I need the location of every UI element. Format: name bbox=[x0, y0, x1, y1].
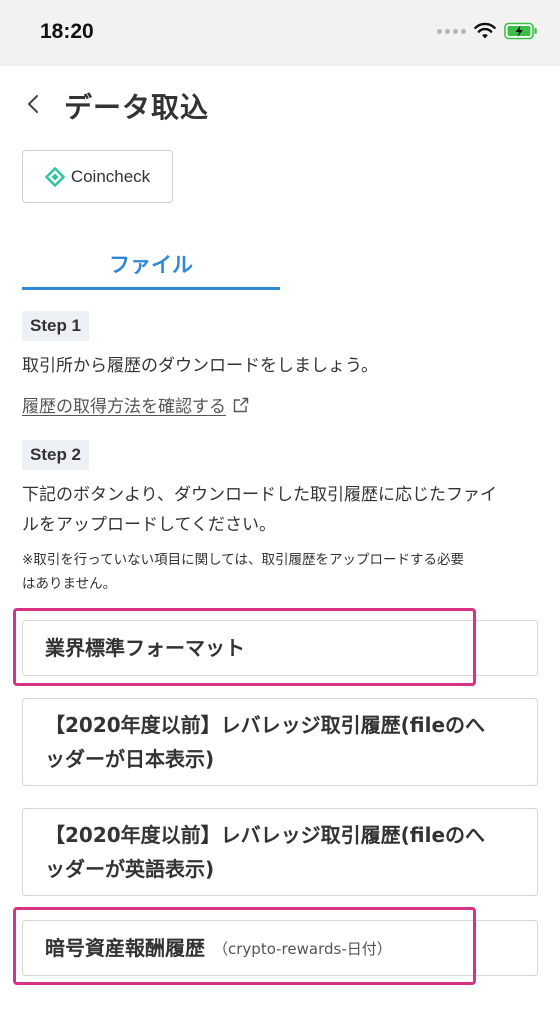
step2-text-line2: ルをアップロードしてください。 bbox=[22, 515, 276, 535]
tab-file-label: ファイル bbox=[109, 252, 193, 277]
coincheck-logo-icon bbox=[44, 166, 65, 187]
status-bar: 18:20 bbox=[0, 0, 560, 66]
upload-option-label: 業界標準フォーマット bbox=[45, 636, 245, 660]
step1-text: 取引所から履歴のダウンロードをしましょう。 bbox=[22, 356, 378, 376]
upload-option-label-line2: ッダーが英語表示) bbox=[45, 857, 215, 881]
upload-option-leverage-en[interactable]: 【2020年度以前】レバレッジ取引履歴(fileのへ ッダーが英語表示) bbox=[22, 808, 538, 896]
upload-option-leverage-jp[interactable]: 【2020年度以前】レバレッジ取引履歴(fileのへ ッダーが日本表示) bbox=[22, 698, 538, 786]
back-button[interactable] bbox=[18, 86, 48, 122]
chevron-left-icon bbox=[28, 95, 38, 113]
status-icons bbox=[437, 22, 538, 40]
status-time: 18:20 bbox=[40, 20, 94, 43]
exchange-chip: Coincheck bbox=[22, 150, 173, 203]
step2-note-line1: ※取引を行っていない項目に関しては、取引履歴をアップロードする必要 bbox=[22, 552, 464, 568]
step2-note-line2: はありません。 bbox=[22, 576, 117, 592]
upload-option-label: 暗号資産報酬履歴 bbox=[45, 936, 205, 960]
battery-charging-icon bbox=[504, 22, 537, 40]
wifi-icon bbox=[474, 22, 496, 39]
upload-option-label-line1: 【2020年度以前】レバレッジ取引履歴(fileのへ bbox=[45, 713, 486, 737]
signal-icon bbox=[437, 28, 466, 34]
step2-text-line1: 下記のボタンより、ダウンロードした取引履歴に応じたファイ bbox=[22, 485, 497, 505]
page-title: データ取込 bbox=[64, 91, 210, 124]
upload-option-sublabel: （crypto-rewards-日付） bbox=[213, 939, 392, 958]
upload-option-label-line2: ッダーが日本表示) bbox=[45, 747, 215, 771]
guide-link[interactable]: 履歴の取得方法を確認する bbox=[22, 392, 250, 417]
step2-badge: Step 2 bbox=[22, 440, 90, 470]
header: データ取込 bbox=[0, 66, 560, 142]
guide-link-label: 履歴の取得方法を確認する bbox=[22, 397, 226, 417]
exchange-name: Coincheck bbox=[70, 166, 151, 186]
tab-file[interactable]: ファイル bbox=[22, 240, 280, 290]
step1-badge-label: Step 1 bbox=[30, 316, 82, 335]
step2-badge-label: Step 2 bbox=[30, 445, 82, 464]
step1-badge: Step 1 bbox=[22, 311, 90, 341]
upload-option-label-line1: 【2020年度以前】レバレッジ取引履歴(fileのへ bbox=[45, 823, 486, 847]
upload-option-standard-format[interactable]: 業界標準フォーマット bbox=[22, 620, 538, 676]
external-link-icon bbox=[233, 397, 249, 412]
upload-option-crypto-rewards[interactable]: 暗号資産報酬履歴 （crypto-rewards-日付） bbox=[22, 920, 538, 976]
